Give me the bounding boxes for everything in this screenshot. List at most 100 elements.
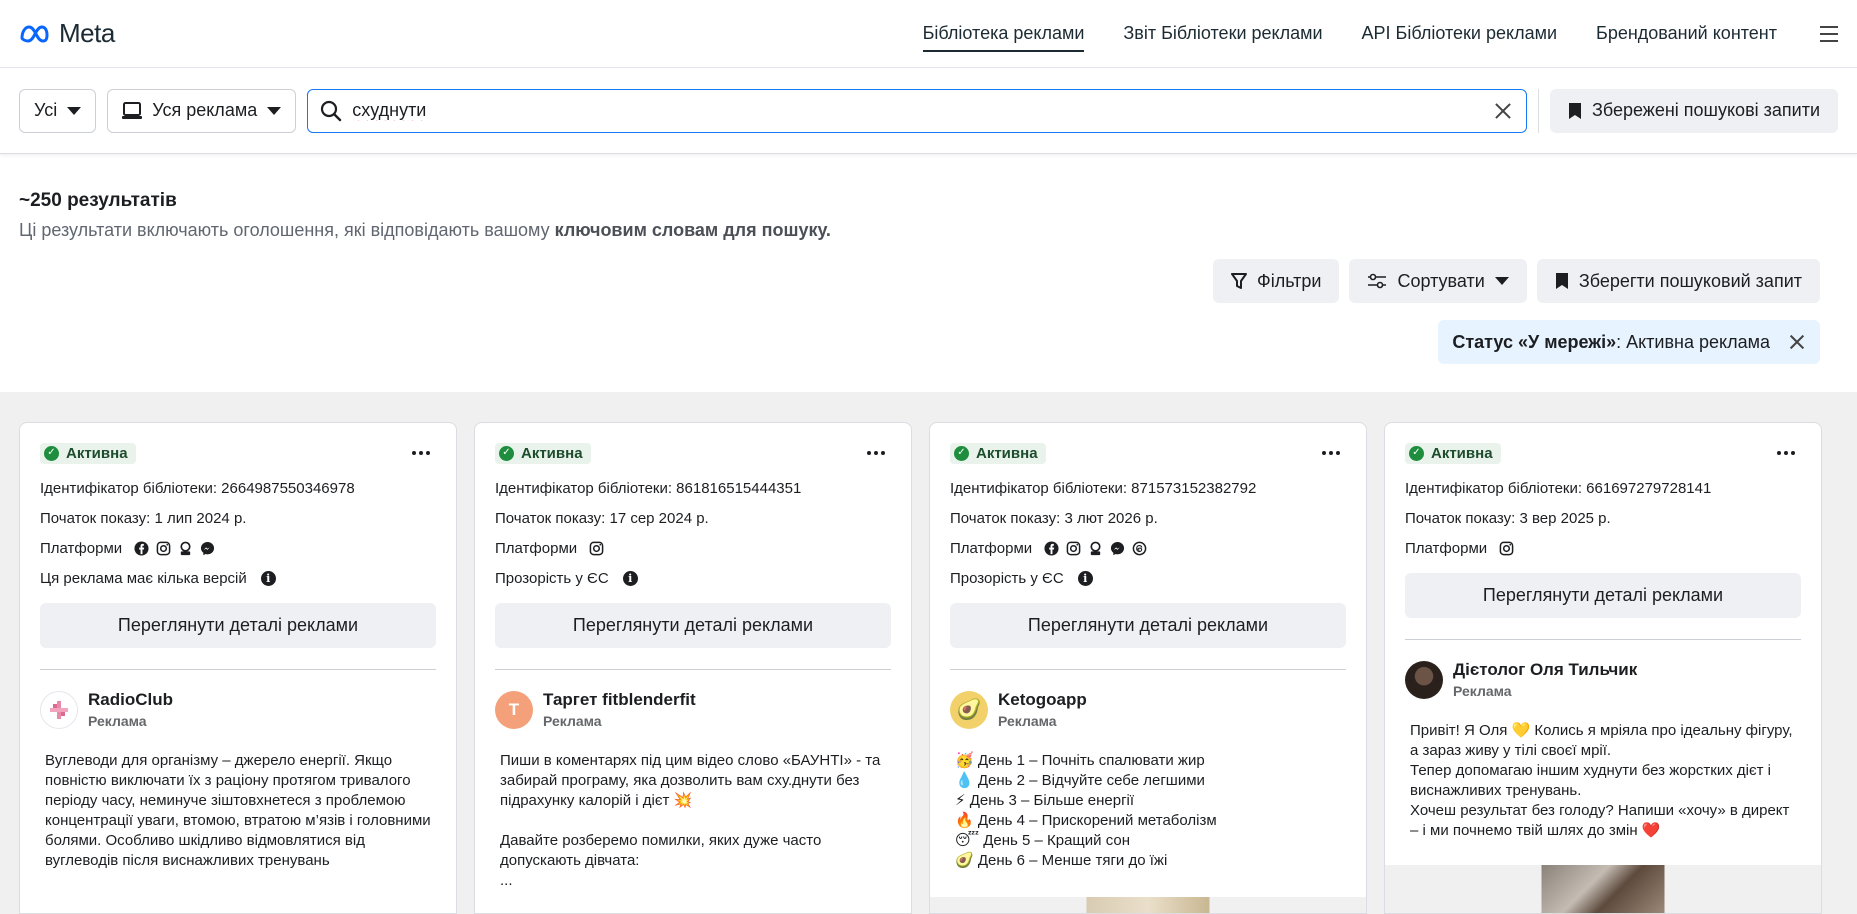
status-badge: ✓ Активна xyxy=(495,442,591,464)
status-label: Активна xyxy=(521,444,583,462)
results-tools: Фільтри Сортувати Зберегти пошуковий зап… xyxy=(1213,259,1820,303)
active-filter-text: Статус «У мережі»: Активна реклама xyxy=(1452,332,1770,353)
ad-category-label: Уся реклама xyxy=(152,100,258,120)
sort-button[interactable]: Сортувати xyxy=(1349,259,1527,303)
ad-media-image xyxy=(1086,897,1210,913)
platforms-row: Платформи xyxy=(495,533,891,563)
facebook-icon xyxy=(134,540,149,556)
nav-ad-library[interactable]: Бібліотека реклами xyxy=(922,0,1084,67)
check-circle-icon: ✓ xyxy=(499,445,514,461)
eu-transparency-row: Прозорість у ЄС i xyxy=(495,563,891,593)
hamburger-menu-icon[interactable] xyxy=(1820,25,1838,42)
active-filter-bold: Статус «У мережі» xyxy=(1452,331,1617,352)
filter-funnel-icon xyxy=(1231,273,1248,289)
search-input[interactable] xyxy=(352,100,1482,121)
sponsored-label: Реклама xyxy=(88,713,147,729)
sliders-icon xyxy=(1368,273,1387,289)
advertiser-avatar[interactable]: T xyxy=(495,690,533,729)
filters-button[interactable]: Фільтри xyxy=(1213,259,1340,303)
advertiser-name[interactable]: RadioClub xyxy=(88,690,173,710)
more-options-icon[interactable] xyxy=(1771,445,1801,461)
advertiser-avatar[interactable]: 🥑 xyxy=(950,690,988,729)
library-id: Ідентифікатор бібліотеки: 66169727972814… xyxy=(1405,479,1712,497)
ad-category-dropdown[interactable]: Уся реклама xyxy=(107,88,297,133)
ad-card: ✓ Активна Ідентифікатор бібліотеки: 87157… xyxy=(929,422,1367,914)
sponsored-label: Реклама xyxy=(998,713,1057,729)
info-icon[interactable]: i xyxy=(1077,570,1093,586)
results-subtitle: Ці результати включають оголошення, які … xyxy=(19,220,831,241)
sort-label: Сортувати xyxy=(1397,270,1485,291)
more-options-icon[interactable] xyxy=(861,445,891,461)
view-ad-details-button[interactable]: Переглянути деталі реклами xyxy=(40,603,436,648)
advertiser-avatar[interactable] xyxy=(40,690,78,729)
search-toolbar: Усі Уся реклама Збережені пошукові запит… xyxy=(0,68,1857,154)
subtitle-bold-text: ключовим словам для пошуку. xyxy=(554,220,831,240)
divider xyxy=(1405,639,1801,640)
active-filter-chip: Статус «У мережі»: Активна реклама xyxy=(1438,320,1820,364)
more-options-icon[interactable] xyxy=(406,445,436,461)
platform-icons xyxy=(1044,540,1147,556)
caret-down-icon xyxy=(67,106,82,115)
saved-searches-label: Збережені пошукові запити xyxy=(1591,100,1820,120)
meta-logo[interactable]: Meta xyxy=(19,18,115,49)
status-badge: ✓ Активна xyxy=(1405,442,1501,464)
ad-media-image xyxy=(1541,865,1665,913)
instagram-icon xyxy=(589,541,604,555)
advertiser-avatar[interactable] xyxy=(1405,660,1443,699)
audience-network-icon xyxy=(180,541,191,555)
saved-searches-button[interactable]: Збережені пошукові запити xyxy=(1549,88,1838,133)
advertiser-name[interactable]: Таргет fitblenderfit xyxy=(543,690,696,710)
platform-icons xyxy=(1499,541,1514,556)
nav-branded-content[interactable]: Брендований контент xyxy=(1596,0,1777,67)
status-badge: ✓ Активна xyxy=(40,442,136,464)
status-label: Активна xyxy=(66,444,128,462)
info-icon[interactable]: i xyxy=(622,570,638,586)
ad-media-preview[interactable] xyxy=(1385,865,1821,913)
advertiser-row: 🥑 Ketogoapp Реклама xyxy=(950,690,1346,729)
platforms-row: Платформи xyxy=(950,533,1346,563)
info-icon[interactable]: i xyxy=(260,570,276,586)
advertiser-row: T Таргет fitblenderfit Реклама xyxy=(495,690,891,729)
platforms-label: Платформи xyxy=(40,539,123,557)
start-date: Початок показу: 1 лип 2024 р. xyxy=(40,509,247,527)
clear-search-icon[interactable] xyxy=(1492,100,1514,122)
platform-icons xyxy=(134,540,215,556)
divider xyxy=(40,669,436,670)
remove-filter-icon[interactable] xyxy=(1788,333,1806,351)
ad-card: ✓ Активна Ідентифікатор бібліотеки: 66169… xyxy=(1384,422,1822,914)
platform-icons xyxy=(589,541,604,556)
save-search-button[interactable]: Зберегти пошуковий запит xyxy=(1536,259,1820,303)
card-header: ✓ Активна xyxy=(1405,441,1801,465)
threads-icon xyxy=(1132,541,1147,555)
meta-logo-text: Meta xyxy=(59,18,115,48)
advertiser-name[interactable]: Дієтолог Оля Тильчик xyxy=(1453,660,1637,680)
check-circle-icon: ✓ xyxy=(1409,445,1424,461)
view-ad-details-button[interactable]: Переглянути деталі реклами xyxy=(495,603,891,648)
ad-body-text: Привіт! Я Оля 💛 Колись я мріяла про ідеа… xyxy=(1410,722,1793,839)
nav-ad-library-report[interactable]: Звіт Бібліотеки реклами xyxy=(1123,0,1322,67)
more-options-icon[interactable] xyxy=(1316,445,1346,461)
active-filter-rest: : Активна реклама xyxy=(1616,331,1770,352)
card-header: ✓ Активна xyxy=(950,441,1346,465)
ad-card: ✓ Активна Ідентифікатор бібліотеки: 86181… xyxy=(474,422,912,914)
library-id: Ідентифікатор бібліотеки: 26649875503469… xyxy=(40,479,355,497)
nav-ad-library-api[interactable]: API Бібліотеки реклами xyxy=(1362,0,1557,67)
advertiser-name[interactable]: Ketogoapp xyxy=(998,690,1087,710)
ad-body-text: Пиши в коментарях під цим відео слово «Б… xyxy=(500,752,881,889)
search-field[interactable] xyxy=(307,88,1527,133)
sponsored-label: Реклама xyxy=(1453,683,1512,699)
ad-media-preview[interactable] xyxy=(930,897,1366,913)
versions-label: Ця реклама має кілька версій xyxy=(40,569,247,587)
country-dropdown[interactable]: Усі xyxy=(19,88,97,133)
start-date: Початок показу: 3 лют 2026 р. xyxy=(950,509,1158,527)
library-id: Ідентифікатор бібліотеки: 87157315238279… xyxy=(950,479,1257,497)
results-count: ~250 результатів xyxy=(19,190,177,211)
meta-infinity-icon xyxy=(20,24,49,43)
view-ad-details-button[interactable]: Переглянути деталі реклами xyxy=(1405,573,1801,618)
ad-body-text: Вуглеводи для організму – джерело енергі… xyxy=(45,752,431,869)
platforms-label: Платформи xyxy=(1405,539,1488,557)
monitor-icon xyxy=(122,101,143,119)
versions-info-row: Ця реклама має кілька версій i xyxy=(40,563,436,593)
view-ad-details-button[interactable]: Переглянути деталі реклами xyxy=(950,603,1346,648)
messenger-icon xyxy=(201,541,215,555)
